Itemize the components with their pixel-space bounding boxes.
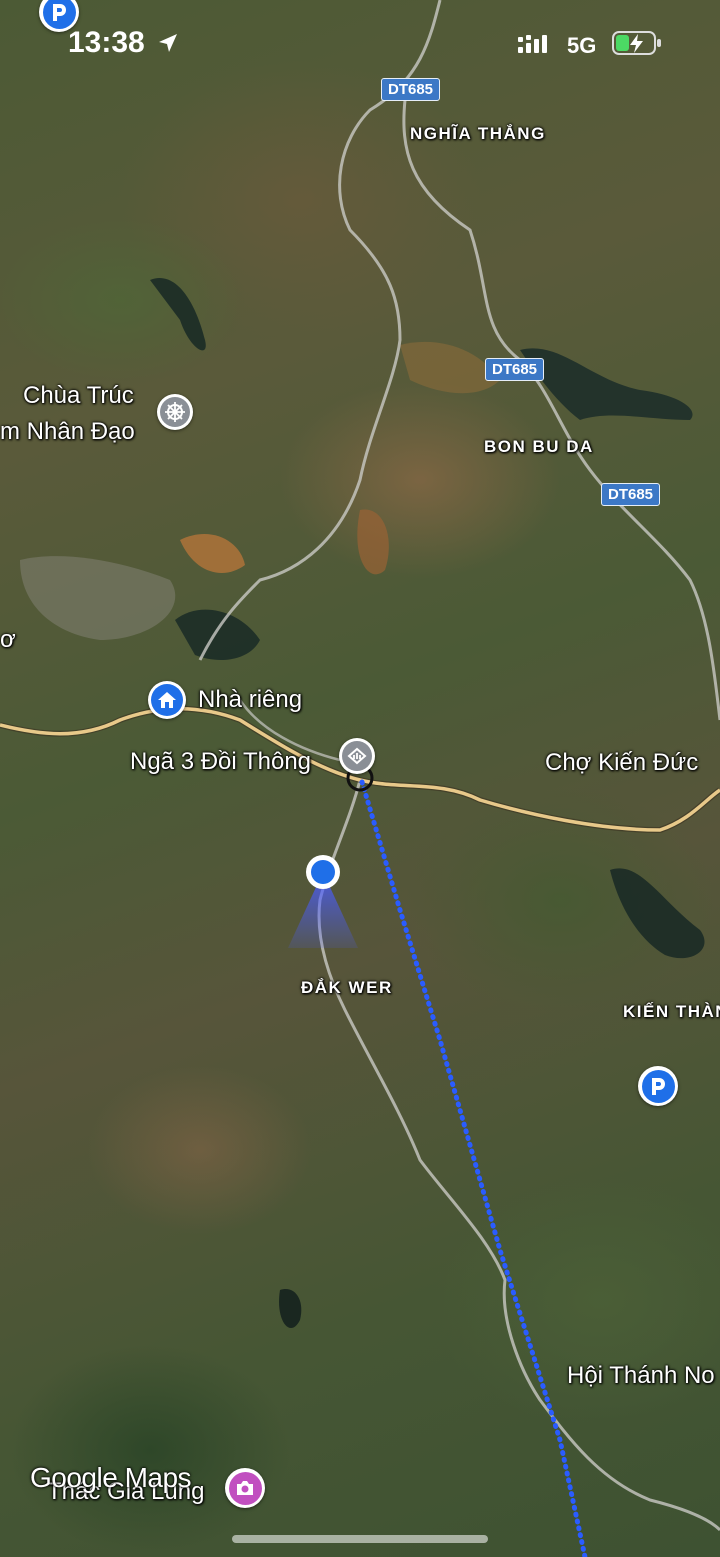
google-maps-watermark: Google Maps bbox=[30, 1462, 192, 1493]
parking-icon bbox=[652, 1078, 665, 1095]
signal-icon bbox=[518, 35, 547, 53]
road-badge-dt685: DT685 bbox=[381, 78, 441, 101]
battery-charging-icon bbox=[612, 31, 661, 55]
temple-pin[interactable] bbox=[157, 394, 193, 430]
location-arrow-icon bbox=[159, 34, 177, 52]
place-label-bon-bu-da[interactable]: BON BU DA bbox=[484, 437, 594, 457]
status-bar: 13:38 5G bbox=[0, 0, 720, 90]
road-badge-dt685: DT685 bbox=[601, 483, 661, 506]
place-label-edge: ơ bbox=[0, 626, 16, 653]
home-icon bbox=[158, 692, 176, 708]
place-label-chua-truc-line2[interactable]: m Nhân Đạo bbox=[0, 418, 135, 446]
place-label-dak-wer[interactable]: ĐẮK WER bbox=[301, 978, 393, 998]
place-label-nha-rieng[interactable]: Nhà riêng bbox=[198, 686, 302, 714]
parking-pin[interactable] bbox=[638, 1066, 678, 1106]
place-label-kien-thanh[interactable]: KIẾN THÀN bbox=[623, 1002, 720, 1022]
place-label-nga-3-doi-thong[interactable]: Ngã 3 Đồi Thông bbox=[130, 748, 311, 776]
junction-pin[interactable] bbox=[339, 738, 375, 774]
place-label-hoi-thanh[interactable]: Hội Thánh No bbox=[567, 1362, 715, 1390]
network-type: 5G bbox=[567, 33, 597, 58]
home-indicator[interactable] bbox=[232, 1535, 488, 1543]
photo-pin[interactable] bbox=[225, 1468, 265, 1508]
home-pin[interactable] bbox=[148, 681, 186, 719]
junction-icon bbox=[347, 747, 367, 765]
dharma-wheel-icon bbox=[165, 402, 185, 422]
place-label-cho-kien-duc[interactable]: Chợ Kiến Đức bbox=[545, 749, 698, 777]
route-line bbox=[359, 779, 588, 1557]
status-time: 13:38 bbox=[68, 26, 145, 59]
map-overlay bbox=[0, 0, 720, 1557]
place-label-chua-truc[interactable]: Chùa Trúc bbox=[23, 382, 134, 410]
camera-icon bbox=[237, 1481, 253, 1495]
road-badge-dt685: DT685 bbox=[485, 358, 545, 381]
place-label-nghia-thang[interactable]: NGHĨA THẮNG bbox=[410, 124, 546, 144]
